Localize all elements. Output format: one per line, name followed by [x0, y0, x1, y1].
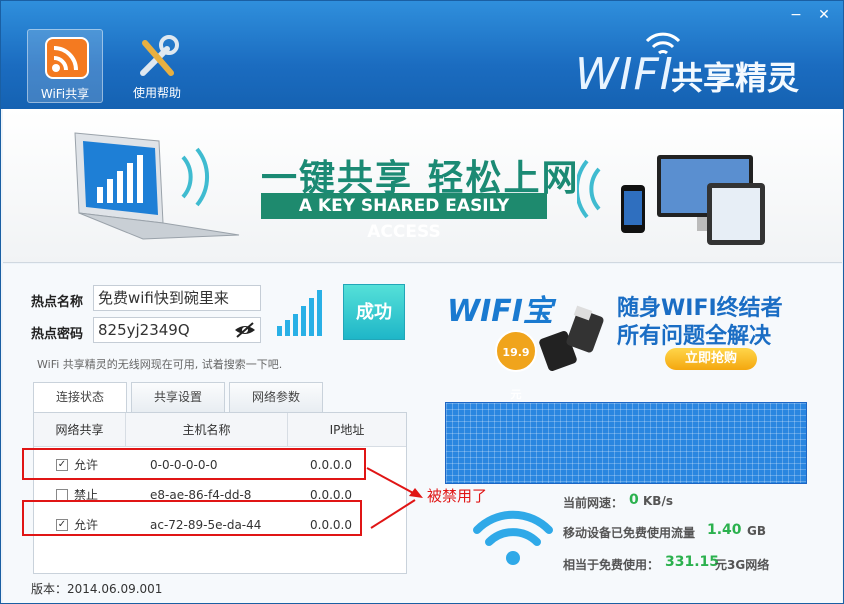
tab-help[interactable]: 使用帮助	[119, 29, 195, 103]
ad-subheadline: 所有问题全解决	[617, 324, 772, 349]
laptop-illustration	[74, 132, 240, 240]
app-logo: WIFI 共享精灵	[575, 27, 825, 100]
table-header: 网络共享 主机名称 IP地址	[34, 413, 406, 447]
main-panel: 热点名称 免费wifi快到碗里来 热点密码 825yj2349Q 成功 WiFi…	[3, 264, 842, 603]
usb-adapter-image	[539, 305, 604, 371]
hint-text: WiFi 共享精灵的无线网现在可用, 试着搜索一下吧.	[37, 358, 283, 371]
wifi-share-icon	[45, 37, 89, 79]
device-table: 网络共享 主机名称 IP地址 ✓ 允许 0-0-0-0-0-0 0.0.0.0 …	[33, 412, 407, 574]
logo-wifi-text: WIFI	[575, 49, 674, 100]
buy-now-button[interactable]: 立即抢购	[665, 348, 757, 370]
annotation-arrows	[366, 467, 423, 529]
wifi-status-icon	[473, 510, 553, 565]
tab-help-label: 使用帮助	[132, 86, 181, 100]
hotspot-name-input[interactable]: 免费wifi快到碗里来	[93, 285, 261, 311]
hide-password-icon[interactable]	[234, 322, 256, 338]
tab-wifi-share[interactable]: WiFi共享	[27, 29, 103, 103]
minimize-button[interactable]: −	[785, 5, 807, 25]
annotation-text: 被禁用了	[427, 487, 488, 505]
header: WiFi共享 使用帮助 WIFI 共享精灵 − ✕	[1, 1, 843, 109]
highlight-box	[22, 500, 362, 536]
highlight-box	[22, 448, 366, 480]
tools-icon	[140, 35, 179, 76]
hotspot-name-label: 热点名称	[31, 295, 84, 310]
equivalent-value: 331.15	[665, 554, 720, 570]
ad-banner[interactable]: WIFI宝 19.9元 随身WIFI终结者 所有问题全解决 立即抢购	[443, 282, 813, 401]
signal-strength-icon	[277, 290, 322, 336]
promo-banner: 一键共享 轻松上网 A KEY SHARED EASILY ACCESS	[3, 109, 842, 263]
tab-share-settings[interactable]: 共享设置	[131, 382, 225, 412]
traffic-label: 移动设备已免费使用流量	[563, 526, 696, 540]
hotspot-password-label: 热点密码	[31, 327, 84, 342]
banner-subtitle: A KEY SHARED EASILY ACCESS	[261, 193, 547, 242]
column-header-share: 网络共享	[34, 413, 126, 447]
speed-unit: KB/s	[643, 494, 673, 508]
equivalent-label: 相当于免费使用：	[563, 558, 660, 572]
close-button[interactable]: ✕	[813, 5, 835, 25]
app-window: WiFi共享 使用帮助 WIFI 共享精灵 − ✕ 一键共享 轻松上网 A KE…	[0, 0, 844, 604]
hotspot-password-value: 825yj2349Q	[98, 321, 190, 339]
tab-network-params[interactable]: 网络参数	[229, 382, 323, 412]
speed-label: 当前网速：	[563, 496, 624, 510]
version-text: 版本：2014.06.09.001	[31, 582, 163, 596]
column-header-ip: IP地址	[329, 423, 365, 437]
devices-illustration	[577, 155, 765, 245]
speed-value: 0	[629, 492, 639, 508]
traffic-value: 1.40	[707, 522, 742, 538]
column-header-host: 主机名称	[126, 413, 288, 447]
tab-wifi-share-label: WiFi共享	[40, 87, 90, 101]
share-status-button[interactable]: 成功	[343, 284, 405, 340]
tab-connection-status[interactable]: 连接状态	[33, 382, 127, 414]
traffic-graph	[445, 402, 807, 484]
hotspot-password-input[interactable]: 825yj2349Q	[93, 317, 261, 343]
equivalent-unit: 元3G网络	[715, 558, 770, 572]
logo-cn-text: 共享精灵	[671, 59, 800, 97]
ad-price-badge: 19.9元	[495, 330, 537, 401]
traffic-unit: GB	[747, 524, 766, 538]
